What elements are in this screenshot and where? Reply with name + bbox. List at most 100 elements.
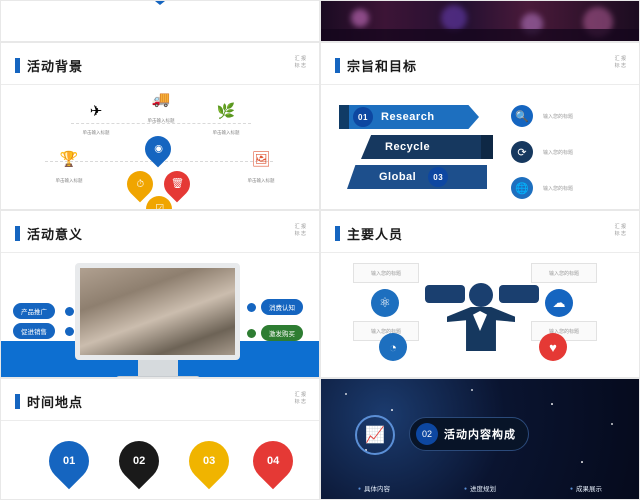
drop-number: 03: [202, 455, 216, 467]
slide-photo-stage: [320, 0, 640, 42]
corner-note: 汇 报标 志: [614, 56, 626, 69]
star: [551, 403, 553, 405]
pin-eye: ◉: [139, 130, 177, 170]
drop-04[interactable]: 04: [244, 432, 302, 493]
title-accent-bar: [15, 394, 20, 409]
slide-content-structure: 📈 02 活动内容构成 具体内容 进度规划 成果展示: [320, 378, 640, 500]
tag-stimulate-purchase[interactable]: 激发购买: [261, 325, 303, 341]
chart-icon[interactable]: ◔: [379, 333, 407, 361]
icon-node-trophy: 🏆 单击输入标题: [37, 151, 101, 187]
speech-bubble-left: [425, 285, 465, 303]
star: [345, 393, 347, 395]
heart-icon[interactable]: ♥: [539, 333, 567, 361]
ribbon-global[interactable]: Global 03: [347, 165, 487, 189]
info-bubble[interactable]: 输入您的标题: [531, 263, 597, 283]
ribbon-label: Research: [381, 111, 435, 123]
title-divider: [321, 252, 639, 253]
slide-grid: 活动背景 汇 报标 志 ✈ 单击输入标题 🚚 单击输入标题 🌿 单击输入标题 🏆…: [0, 0, 640, 500]
refresh-icon[interactable]: ⟳: [511, 141, 533, 163]
monitor-screen: [75, 263, 240, 360]
monitor-illustration: [75, 263, 240, 377]
page-title: 主要人员: [335, 224, 403, 243]
drop-number: 04: [266, 455, 280, 467]
star: [391, 409, 393, 411]
corner-note: 汇 报标 志: [294, 56, 306, 69]
right-dot: [247, 303, 256, 312]
bullet-item: 进度规划: [464, 483, 496, 493]
title-accent-bar: [335, 58, 340, 73]
ribbon-tail: [481, 135, 493, 159]
star: [581, 461, 583, 463]
drop-02[interactable]: 02: [110, 432, 168, 493]
slide-photo-left: [0, 0, 320, 42]
growth-chart-icon: 📈: [355, 415, 395, 455]
search-icon[interactable]: 🔍: [511, 105, 533, 127]
truck-icon: 🚚: [151, 91, 171, 108]
speech-bubble-right: [499, 285, 539, 303]
tag-boost-sales[interactable]: 促进销售: [13, 323, 55, 339]
slide-significance: 活动意义 汇 报标 志 产品推广 促进销售 消费认知 激发购买: [0, 210, 320, 378]
ribbon-recycle[interactable]: Recycle: [361, 135, 487, 159]
title-divider: [321, 84, 639, 85]
stage-light: [351, 9, 369, 27]
person-head: [469, 283, 493, 307]
corner-note: 汇 报标 志: [614, 224, 626, 237]
slide-background: 活动背景 汇 报标 志 ✈ 单击输入标题 🚚 单击输入标题 🌿 单击输入标题 🏆…: [0, 42, 320, 210]
right-dot: [247, 329, 256, 338]
bullet-item: 具体内容: [358, 483, 390, 493]
left-dot: [65, 327, 74, 336]
slide-people: 主要人员 汇 报标 志 输入您的标题 输入您的标题 输入您的标题 输入您的标题 …: [320, 210, 640, 378]
title-divider: [1, 84, 319, 85]
icon-node-plane: ✈ 单击输入标题: [64, 103, 128, 139]
left-dot: [65, 307, 74, 316]
section-title: 活动内容构成: [444, 429, 516, 441]
image-icon: 🖼: [251, 151, 271, 168]
arrow-down-icon: [145, 1, 175, 5]
title-divider: [1, 420, 319, 421]
ribbon-label: Recycle: [385, 141, 431, 153]
pin-check: ☑: [140, 190, 178, 209]
page-title: 活动意义: [15, 224, 83, 243]
bullet-item: 成果展示: [570, 483, 602, 493]
globe-icon[interactable]: 🌐: [511, 177, 533, 199]
drop-03[interactable]: 03: [180, 432, 238, 493]
title-divider: [1, 252, 319, 253]
cloud-icon[interactable]: ☁: [545, 289, 573, 317]
trophy-icon: 🏆: [59, 151, 79, 168]
ribbon-number: 03: [428, 167, 449, 187]
page-title: 活动背景: [15, 56, 83, 75]
page-title: 宗旨和目标: [335, 56, 417, 75]
icon-node-image: 🖼 单击输入标题: [229, 151, 293, 187]
corner-note: 汇 报标 志: [294, 392, 306, 405]
clock-icon: ⏱: [136, 178, 144, 190]
section-number: 02: [416, 423, 438, 445]
drop-01[interactable]: 01: [40, 432, 98, 493]
ribbon-research[interactable]: 01 Research: [347, 105, 479, 129]
stage-light: [441, 5, 467, 31]
bullet-list: 具体内容 进度规划 成果展示: [321, 483, 639, 493]
eye-icon: ◉: [153, 143, 163, 155]
stage-floor: [321, 29, 639, 41]
ribbon-label: Global: [379, 171, 417, 183]
info-bubble[interactable]: 输入您的标题: [353, 263, 419, 283]
content-structure-button[interactable]: 02 活动内容构成: [409, 417, 529, 451]
star: [611, 423, 613, 425]
drop-number: 01: [62, 455, 76, 467]
ribbon-tail: [339, 105, 349, 129]
ribbon-number: 01: [353, 107, 373, 127]
network-icon[interactable]: ⚛: [371, 289, 399, 317]
title-accent-bar: [335, 226, 340, 241]
corner-note: 汇 报标 志: [294, 224, 306, 237]
title-accent-bar: [15, 58, 20, 73]
slide-time-place: 时间地点 汇 报标 志 01 02 03 04: [0, 378, 320, 500]
star: [471, 389, 473, 391]
drop-number: 02: [132, 455, 146, 467]
teamwork-photo: [80, 268, 235, 355]
right-item-label: 输入您的标题: [543, 150, 574, 156]
tag-product-promotion[interactable]: 产品推广: [13, 303, 55, 319]
tag-consumer-awareness[interactable]: 消费认知: [261, 299, 303, 315]
right-item-label: 输入您的标题: [543, 186, 574, 192]
title-accent-bar: [15, 226, 20, 241]
leaf-icon: 🌿: [216, 103, 236, 120]
page-title: 时间地点: [15, 392, 83, 411]
